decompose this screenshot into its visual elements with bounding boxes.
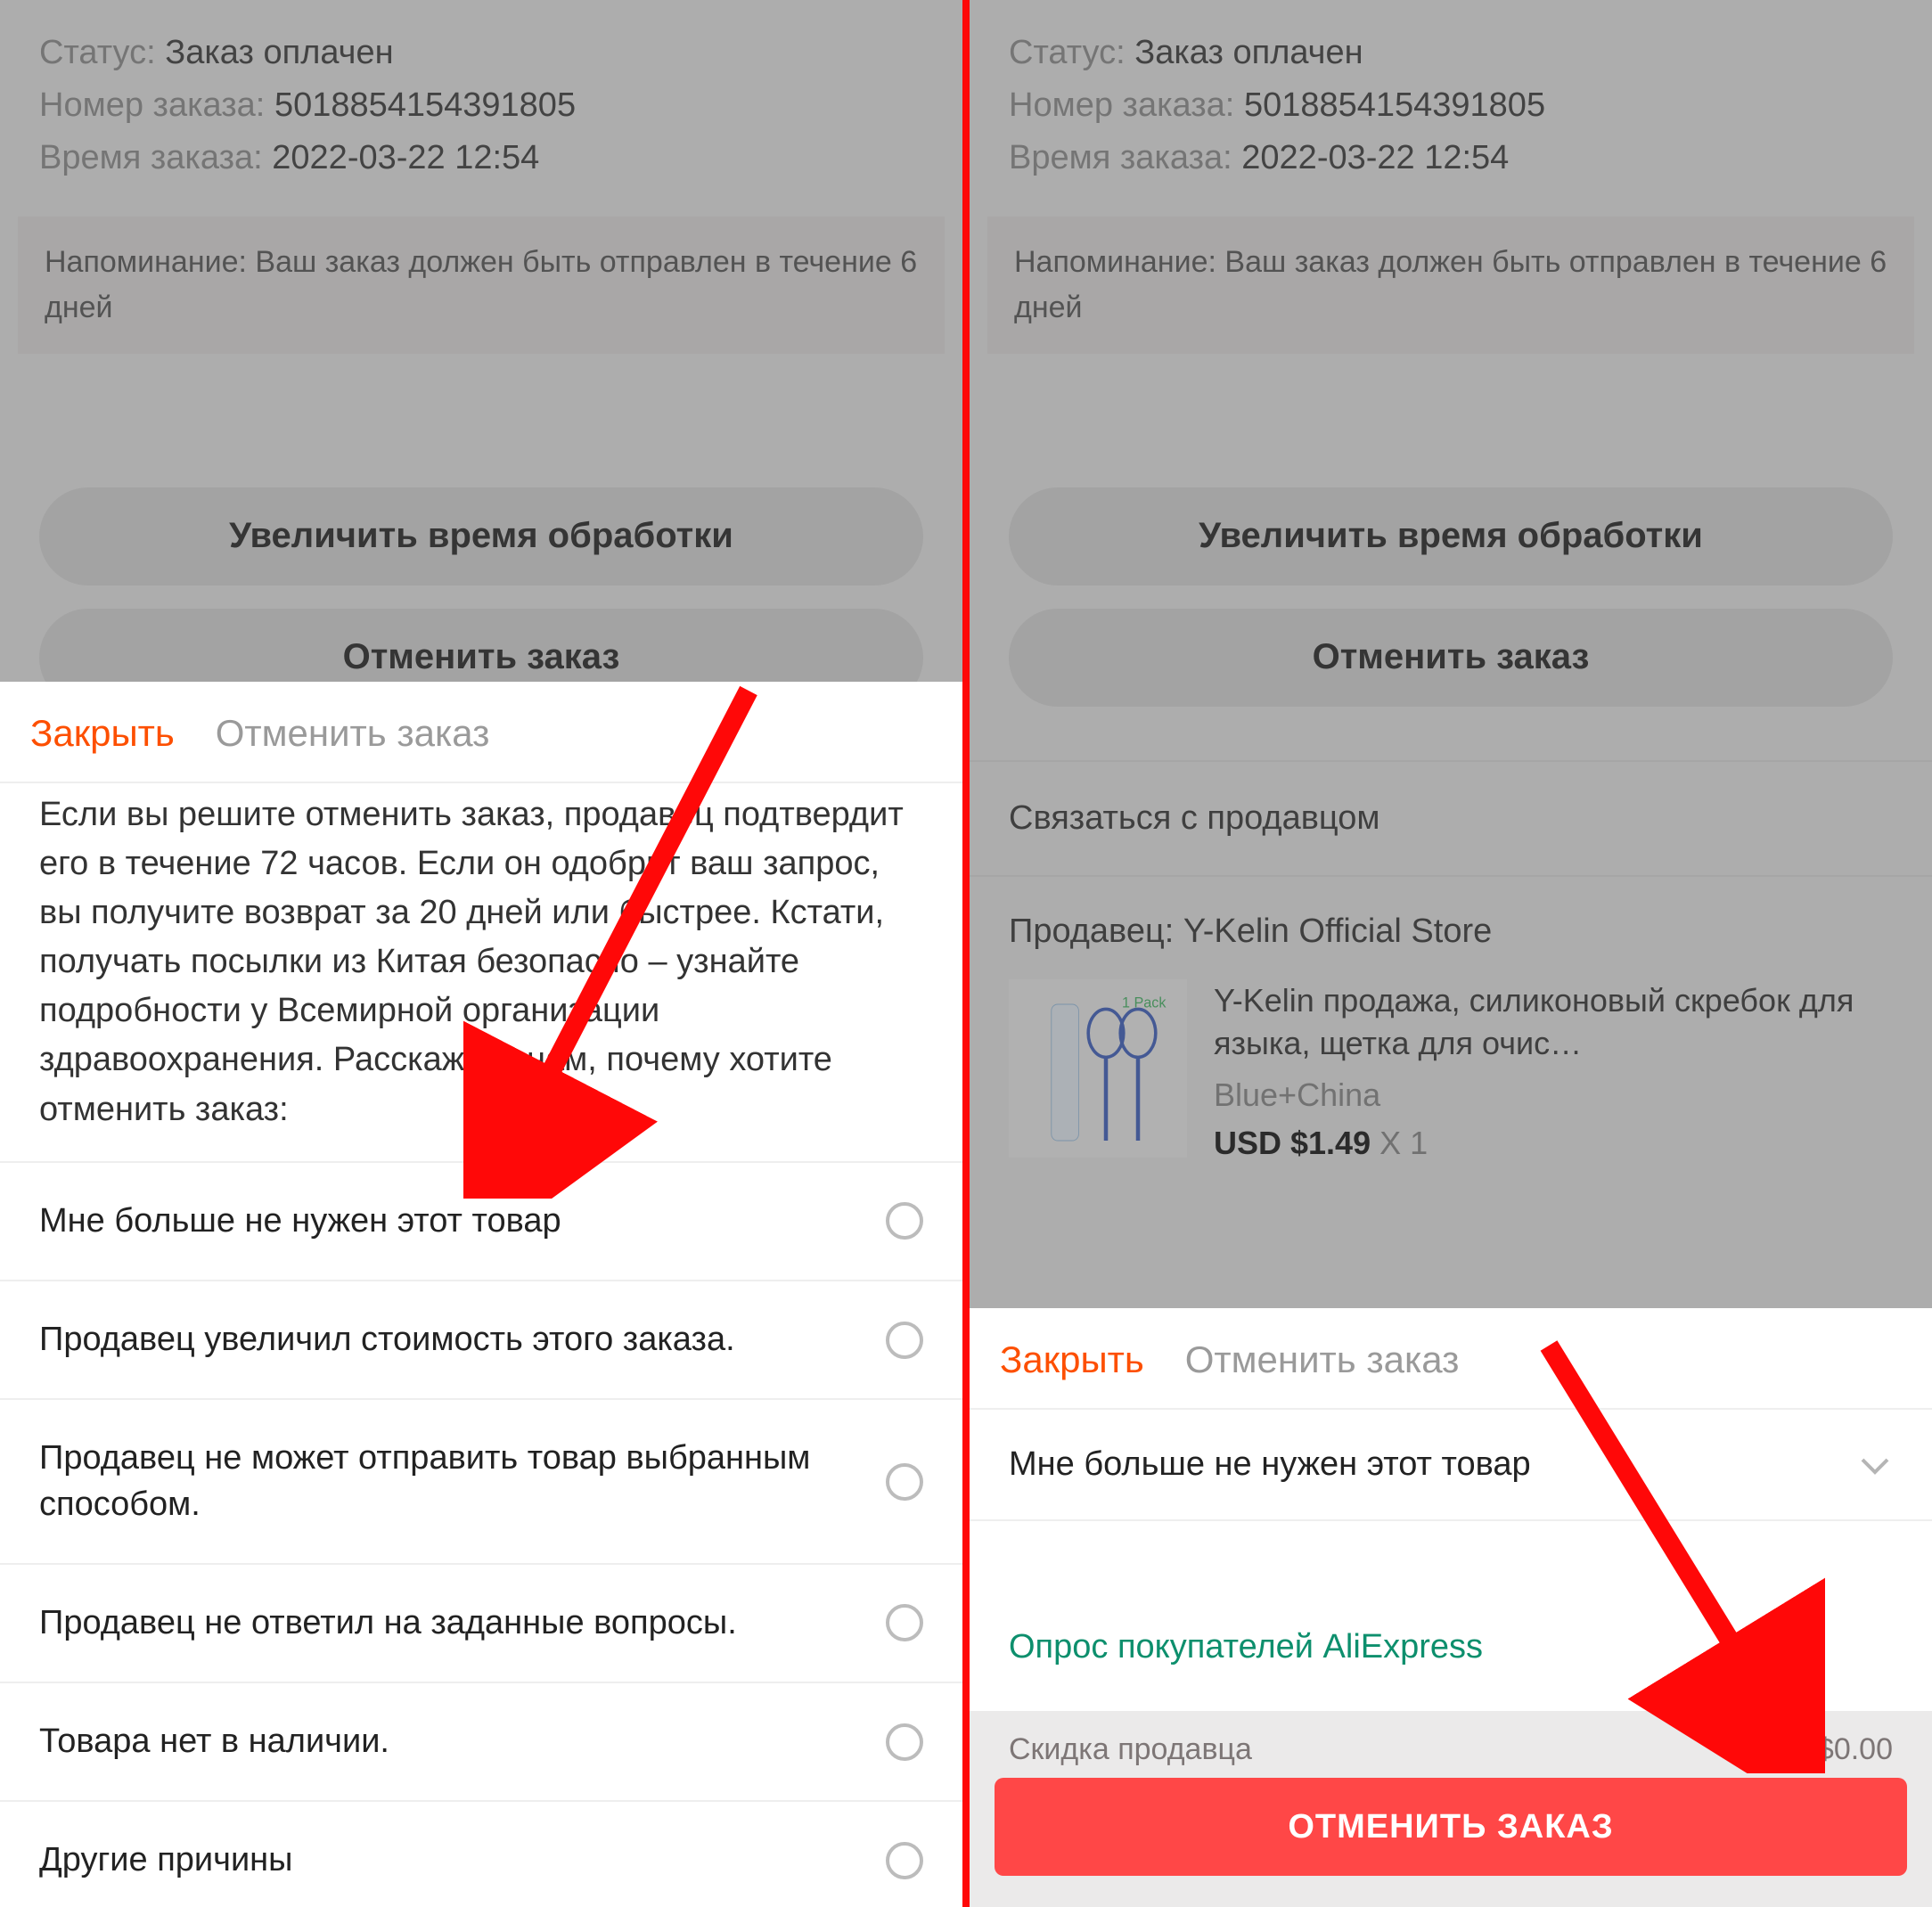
sheet-intro-text: Если вы решите отменить заказ, продавец … — [0, 782, 962, 1161]
radio-icon — [886, 1842, 923, 1879]
chevron-down-icon — [1857, 1447, 1893, 1483]
discount-label: Скидка продавца — [1009, 1732, 1252, 1767]
selected-reason-text: Мне больше не нужен этот товар — [1009, 1445, 1531, 1484]
reason-option[interactable]: Мне больше не нужен этот товар — [0, 1161, 962, 1280]
radio-icon — [886, 1322, 923, 1359]
cancel-confirm-sheet: Закрыть Отменить заказ Мне больше не нуж… — [970, 1308, 1932, 1907]
sheet-title: Отменить заказ — [1185, 1338, 1460, 1381]
reason-option[interactable]: Продавец не ответил на заданные вопросы. — [0, 1563, 962, 1682]
sheet-header: Закрыть Отменить заказ — [0, 682, 962, 782]
radio-icon — [886, 1723, 923, 1761]
reason-option-label: Продавец увеличил стоимость этого заказа… — [39, 1317, 861, 1363]
phone-left: Статус: Заказ оплачен Номер заказа: 5018… — [0, 0, 962, 1907]
radio-icon — [886, 1202, 923, 1240]
image-divider — [962, 0, 970, 1907]
sheet-header: Закрыть Отменить заказ — [970, 1308, 1932, 1408]
sheet-close-button[interactable]: Закрыть — [1000, 1338, 1144, 1381]
confirm-zone: Скидка продавца USD $0.00 ОТМЕНИТЬ ЗАКАЗ — [970, 1711, 1932, 1907]
cancel-reason-sheet: Закрыть Отменить заказ Если вы решите от… — [0, 682, 962, 1907]
reason-option[interactable]: Продавец увеличил стоимость этого заказа… — [0, 1280, 962, 1398]
reason-option-label: Товара нет в наличии. — [39, 1719, 861, 1764]
reason-option-label: Другие причины — [39, 1837, 861, 1883]
radio-icon — [886, 1604, 923, 1641]
selected-reason-dropdown[interactable]: Мне больше не нужен этот товар — [970, 1408, 1932, 1521]
discount-row: Скидка продавца USD $0.00 — [995, 1729, 1907, 1778]
sheet-close-button[interactable]: Закрыть — [30, 712, 175, 755]
reason-option-list: Мне больше не нужен этот товар Продавец … — [0, 1161, 962, 1907]
reason-option[interactable]: Другие причины — [0, 1800, 962, 1907]
phone-right: Статус: Заказ оплачен Номер заказа: 5018… — [970, 0, 1932, 1907]
reason-option[interactable]: Продавец не может отправить товар выбран… — [0, 1398, 962, 1563]
discount-value: USD $0.00 — [1745, 1732, 1893, 1767]
reason-option-label: Продавец не может отправить товар выбран… — [39, 1436, 861, 1527]
reason-option-label: Мне больше не нужен этот товар — [39, 1199, 861, 1244]
confirm-cancel-button[interactable]: ОТМЕНИТЬ ЗАКАЗ — [995, 1778, 1907, 1876]
sheet-title: Отменить заказ — [216, 712, 490, 755]
survey-link[interactable]: Опрос покупателей AliExpress — [970, 1521, 1932, 1711]
radio-icon — [886, 1463, 923, 1501]
reason-option-label: Продавец не ответил на заданные вопросы. — [39, 1600, 861, 1646]
reason-option[interactable]: Товара нет в наличии. — [0, 1682, 962, 1800]
